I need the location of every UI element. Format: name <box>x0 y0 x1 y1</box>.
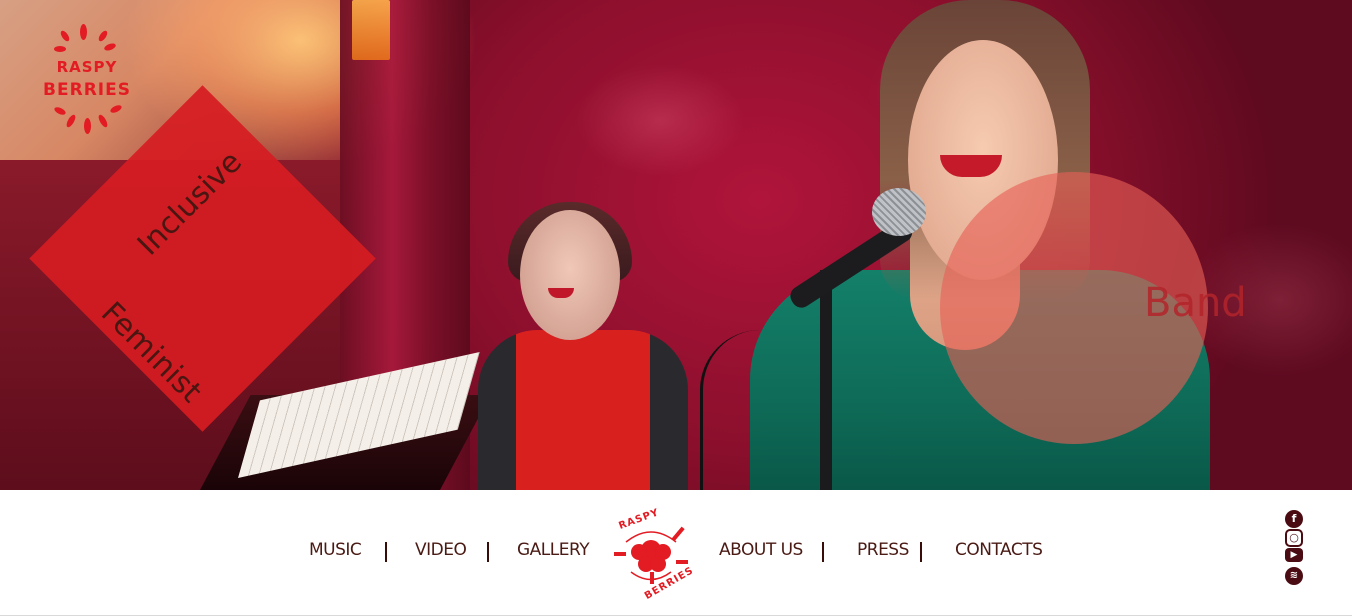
nav-gallery[interactable]: GALLERY <box>517 540 590 560</box>
logo-ray-icon <box>96 113 110 129</box>
nav-separator <box>385 542 387 562</box>
logo-ray-icon <box>53 105 67 117</box>
logo-ray-icon <box>103 42 117 52</box>
logo-ray-icon <box>84 118 91 134</box>
center-logo[interactable]: RASPY BERRIES <box>606 507 696 602</box>
site-logo[interactable]: RASPY BERRIES <box>32 24 142 139</box>
nav-separator <box>920 542 922 562</box>
nav-music[interactable]: MUSIC <box>309 540 362 560</box>
nav-about-us[interactable]: ABOUT US <box>719 540 803 560</box>
logo-ray-icon <box>97 29 109 43</box>
hero-mic-stand <box>820 270 832 490</box>
spotify-icon[interactable]: ≋ <box>1285 567 1303 585</box>
main-navigation: MUSIC VIDEO GALLERY RASPY BERRIES ABOUT … <box>0 490 1352 616</box>
logo-ray-icon <box>64 113 78 129</box>
facebook-icon[interactable]: f <box>1285 510 1303 528</box>
hero-pianist-body <box>478 330 688 490</box>
logo-ray-icon <box>59 29 71 43</box>
nav-separator <box>487 542 489 562</box>
word-band: Band <box>1144 280 1247 326</box>
hero-banner: Inclusive Feminist Band RASPY BERRIES <box>0 0 1352 490</box>
nav-video[interactable]: VIDEO <box>415 540 467 560</box>
logo-ray-icon <box>54 46 66 52</box>
hero-microphone-head <box>872 188 926 236</box>
nav-press[interactable]: PRESS <box>857 540 909 560</box>
logo-text-raspy: RASPY <box>56 58 118 76</box>
instagram-icon[interactable]: ○ <box>1285 529 1303 547</box>
hero-lamp <box>352 0 390 60</box>
logo-text-berries: BERRIES <box>43 80 131 100</box>
hero-pianist-face <box>520 210 620 340</box>
youtube-icon[interactable]: ▶ <box>1285 548 1303 562</box>
logo-ray-icon <box>80 24 87 40</box>
logo-ray-icon <box>109 103 123 115</box>
nav-contacts[interactable]: CONTACTS <box>955 540 1043 560</box>
nav-separator <box>822 542 824 562</box>
